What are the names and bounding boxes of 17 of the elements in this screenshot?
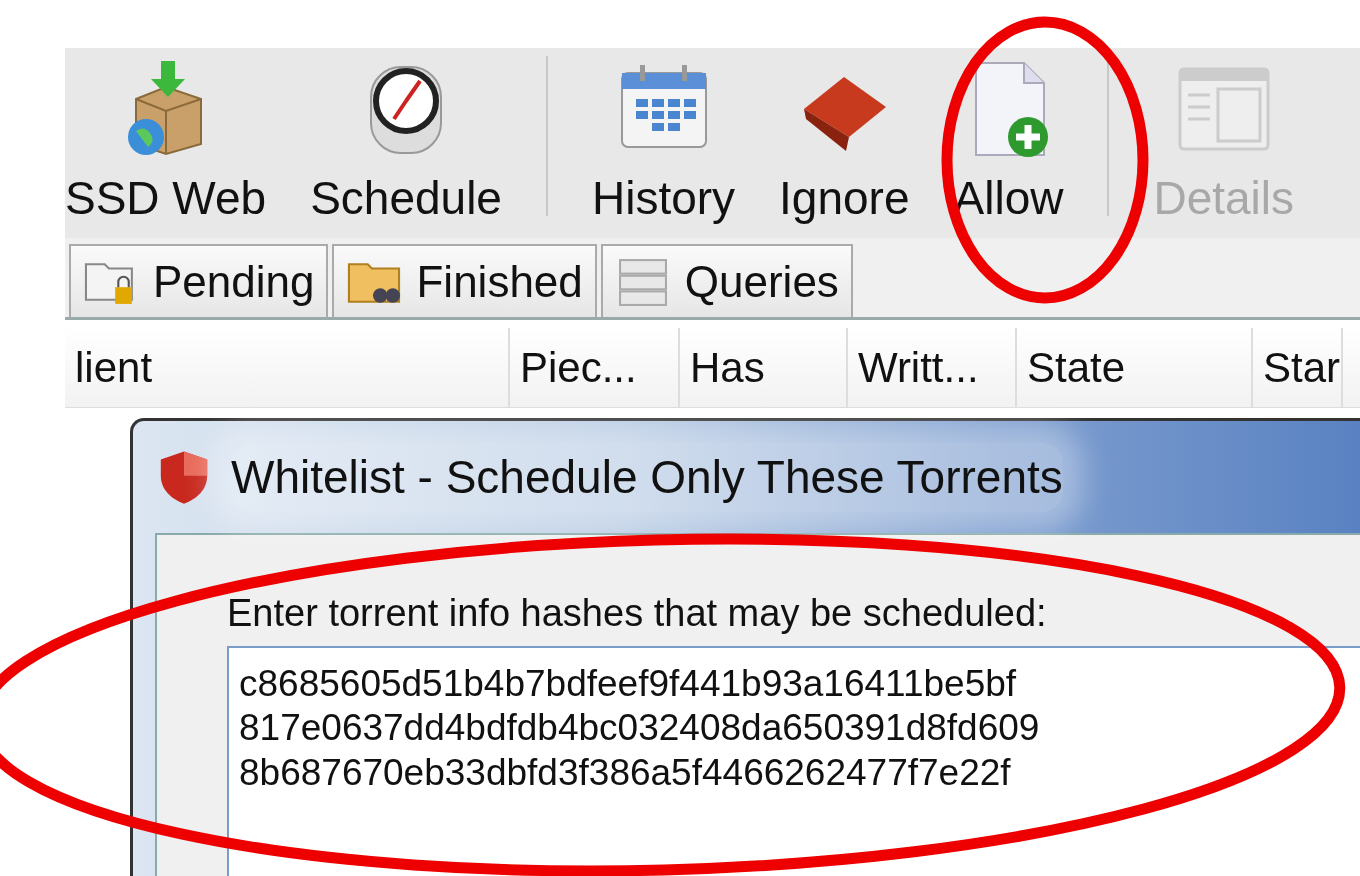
column-header[interactable]: Writt...: [848, 328, 1017, 407]
hash-input-field[interactable]: c8685605d51b4b7bdfeef9f441b93a16411be5bf 817e0637dd4bdfdb4bc032408da650391d8fd609 8b687670eb33dbfd3f386a5f4466262477f7e22f: [227, 646, 1360, 876]
tab[interactable]: Pending: [69, 244, 329, 317]
column-header[interactable]: lient: [65, 328, 510, 407]
toolbar-button[interactable]: SSD Web: [65, 59, 267, 224]
toolbar-button[interactable]: Allow: [953, 59, 1064, 224]
column-header[interactable]: Has: [680, 328, 848, 407]
field-label: Enter torrent info hashes that may be scheduled:: [227, 591, 1048, 636]
column-header[interactable]: Piec...: [510, 328, 680, 407]
tab[interactable]: Queries: [600, 244, 853, 317]
tab[interactable]: Finished: [332, 244, 597, 317]
column-header[interactable]: Star: [1253, 328, 1343, 407]
toolbar-button[interactable]: Ignore: [779, 59, 910, 224]
toolbar-button[interactable]: History: [591, 59, 736, 224]
column-header[interactable]: State: [1017, 328, 1253, 407]
dialog-title: Whitelist - Schedule Only These Torrents: [231, 442, 1063, 512]
toolbar-button[interactable]: Schedule: [310, 59, 502, 224]
